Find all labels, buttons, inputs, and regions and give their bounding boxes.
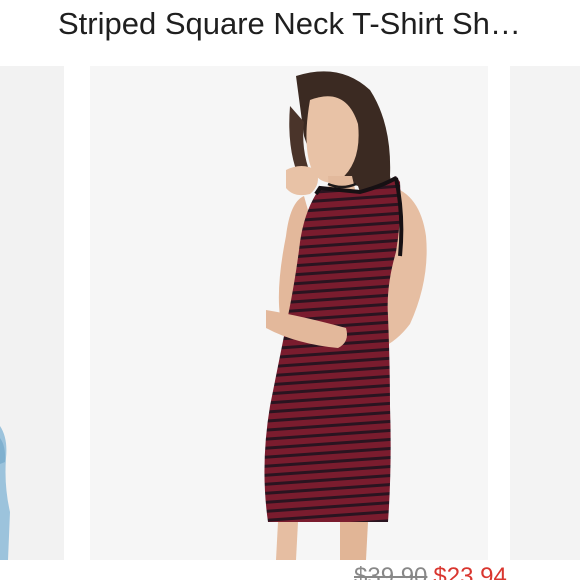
main-product-photo[interactable] xyxy=(90,66,488,560)
image-carousel[interactable] xyxy=(0,66,580,560)
next-photo-image xyxy=(510,66,580,560)
next-photo[interactable] xyxy=(510,66,580,560)
model-dress-image xyxy=(90,66,488,560)
price-row: $39.90 $23.94 xyxy=(354,562,507,580)
previous-photo-image xyxy=(0,66,64,560)
previous-photo[interactable] xyxy=(0,66,64,560)
listing-title: Striped Square Neck T-Shirt Sh… xyxy=(58,6,521,41)
listing-page: Striped Square Neck T-Shirt Sh… $39.90 $… xyxy=(0,0,580,580)
original-price: $39.90 xyxy=(354,563,428,580)
sale-price: $23.94 xyxy=(433,563,507,580)
